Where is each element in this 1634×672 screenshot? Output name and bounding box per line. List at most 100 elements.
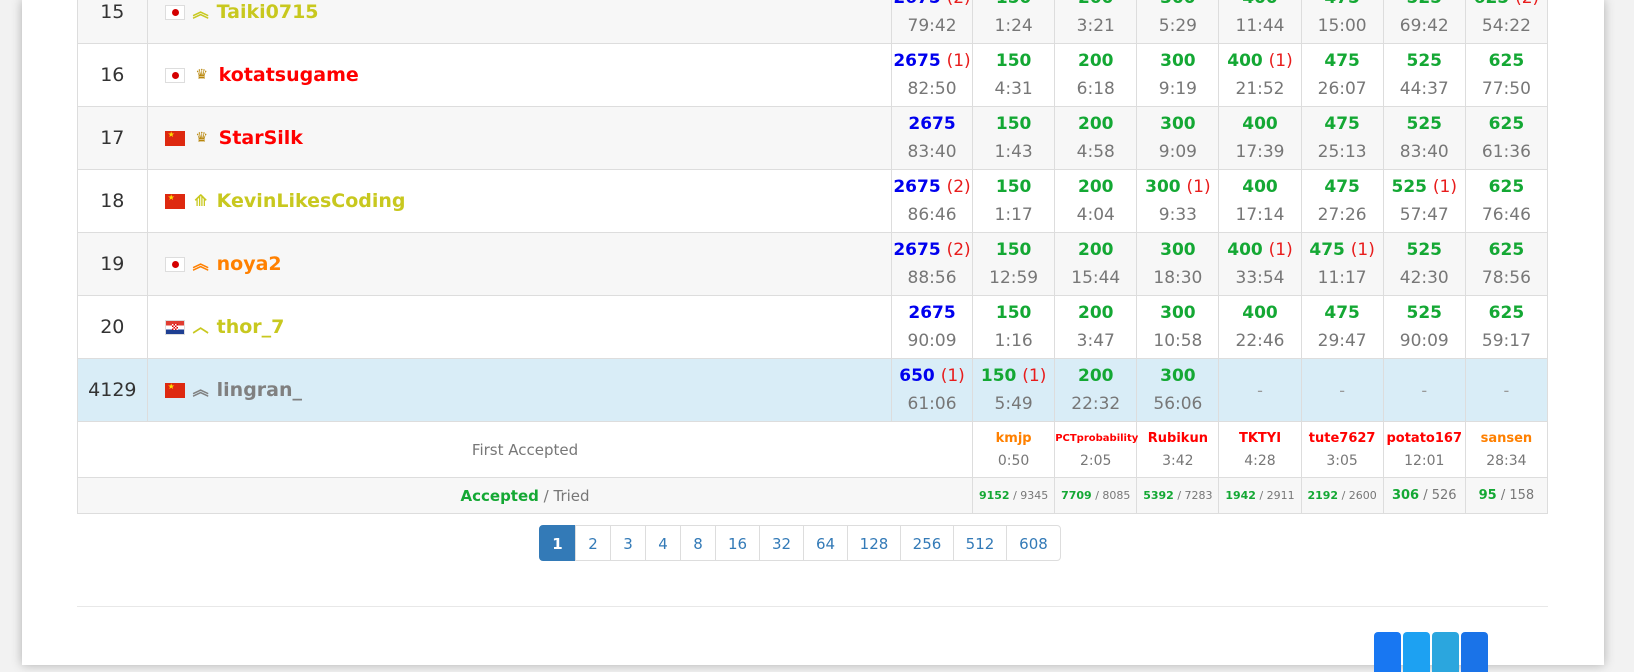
user-cell: ︿ thor_7 — [146, 295, 892, 359]
task-time: 17:14 — [1235, 204, 1285, 225]
score-value: 475 — [1324, 0, 1360, 8]
rank-cell: 16 — [77, 43, 148, 107]
penalty-count: (2) — [947, 0, 971, 8]
username-link[interactable]: KevinLikesCoding — [217, 190, 406, 212]
my-standing-row: 4129︽lingran_650 (1)61:06150 (1)5:492002… — [77, 358, 1549, 422]
user-info: ︽ noya2 — [164, 253, 891, 275]
task-score-cell: 200 4:58 — [1054, 106, 1138, 170]
flag-jp-icon — [164, 4, 185, 20]
page-link-2[interactable]: 2 — [575, 525, 611, 561]
task-time: 90:09 — [1399, 330, 1449, 351]
task-time: 4:04 — [1076, 204, 1115, 225]
task-score-cell: 300 9:09 — [1136, 106, 1220, 170]
task-score-cell: - — [1382, 358, 1466, 422]
username-link[interactable]: StarSilk — [219, 127, 303, 149]
score-value: 625 — [1488, 302, 1525, 323]
page-link-3[interactable]: 3 — [610, 525, 646, 561]
twitter-share-button[interactable] — [1403, 632, 1430, 672]
page-link-128[interactable]: 128 — [847, 525, 901, 561]
first-accepted-user-link[interactable]: TKTYI — [1219, 428, 1300, 450]
task-time: 57:47 — [1399, 204, 1449, 225]
task-score: 150 — [973, 0, 1054, 12]
flag-cn-icon — [164, 130, 185, 146]
first-accepted-user-link[interactable]: Rubikun — [1137, 428, 1218, 450]
task-score-cell: 625 61:36 — [1464, 106, 1549, 170]
task-score: 300 — [1137, 300, 1218, 327]
task-time: 15:44 — [1071, 267, 1121, 288]
task-score-cell: 400 (1) 33:54 — [1218, 232, 1302, 296]
task-score-cell: 150 1:16 — [972, 295, 1056, 359]
task-score-cell: 300 56:06 — [1136, 358, 1220, 422]
page-link-1[interactable]: 1 — [539, 525, 576, 561]
task-time: 12:59 — [989, 267, 1039, 288]
total-time: 83:40 — [907, 141, 957, 162]
task-score-cell: 400 17:39 — [1218, 106, 1302, 170]
first-accepted-user-link[interactable]: kmjp — [973, 428, 1054, 450]
task-score-cell: 475 (1) 11:17 — [1300, 232, 1384, 296]
task-time: 3:21 — [1076, 15, 1115, 36]
first-accepted-time: 0:50 — [997, 452, 1030, 469]
accepted-tried-row: Accepted / Tried 9152 / 9345 7709 / 8085 53… — [76, 477, 1549, 514]
first-accepted-user-link[interactable]: sansen — [1466, 428, 1547, 450]
score-value: 150 — [995, 239, 1032, 260]
task-score: 625 — [1466, 300, 1547, 327]
first-accepted-cell: Rubikun 3:42 — [1136, 421, 1220, 478]
flag-cn-icon — [164, 193, 185, 209]
first-accepted-user-link[interactable]: tute7627 — [1302, 428, 1383, 450]
page-link-4[interactable]: 4 — [645, 525, 681, 561]
tried-count: / 2600 — [1341, 489, 1377, 502]
total-score: 2675 — [892, 111, 972, 138]
task-score-cell: 300 9:19 — [1136, 43, 1220, 107]
task-score-cell: 525 44:37 — [1382, 43, 1466, 107]
task-time: 61:36 — [1481, 141, 1531, 162]
task-time: 56:06 — [1153, 393, 1203, 414]
task-time: 1:43 — [994, 141, 1033, 162]
task-time: 4:31 — [994, 78, 1033, 99]
task-score-cell: 200 15:44 — [1054, 232, 1138, 296]
task-score-cell: 300 5:29 — [1136, 0, 1220, 44]
task-time: 26:07 — [1317, 78, 1367, 99]
score-value: 200 — [1078, 302, 1114, 323]
score-value: 300 — [1160, 365, 1196, 386]
username-link[interactable]: Taiki0715 — [217, 1, 319, 23]
page-link-256[interactable]: 256 — [900, 525, 954, 561]
first-accepted-user-link[interactable]: potato167 — [1384, 428, 1465, 450]
task-score: 475 — [1302, 174, 1383, 201]
first-accepted-time: 3:42 — [1162, 452, 1194, 469]
task-score: 200 — [1055, 237, 1136, 264]
task-score-cell: 150 4:31 — [972, 43, 1056, 107]
page-link-16[interactable]: 16 — [715, 525, 760, 561]
accepted-count: 2192 — [1307, 489, 1339, 502]
username-link[interactable]: thor_7 — [217, 316, 285, 338]
task-score: 475 — [1302, 111, 1383, 138]
page-link-8[interactable]: 8 — [680, 525, 716, 561]
page-link-512[interactable]: 512 — [953, 525, 1007, 561]
share-button[interactable] — [1432, 632, 1459, 672]
bookmark-share-button[interactable] — [1461, 632, 1488, 672]
score-value: 625 — [1488, 113, 1525, 134]
username-link[interactable]: kotatsugame — [219, 64, 359, 86]
first-accepted-time: 4:28 — [1244, 452, 1276, 469]
task-score-cell: 300 10:58 — [1136, 295, 1220, 359]
username-link[interactable]: noya2 — [217, 253, 282, 275]
penalty-count: (2) — [1515, 0, 1539, 8]
first-accepted-user-link[interactable]: PCTprobability — [1055, 428, 1138, 450]
task-time: 1:24 — [994, 15, 1033, 36]
task-time: 76:46 — [1481, 204, 1531, 225]
task-score-cell: 475 15:00 — [1300, 0, 1384, 44]
score-value: 2675 — [893, 50, 941, 71]
penalty-count: (2) — [946, 176, 971, 197]
score-value: 150 — [995, 113, 1032, 134]
task-time: 59:17 — [1481, 330, 1531, 351]
task-score: 400 — [1219, 111, 1300, 138]
username-link[interactable]: lingran_ — [217, 379, 302, 401]
task-score-cell: 625 59:17 — [1464, 295, 1549, 359]
task-score-cell: 525 42:30 — [1382, 232, 1466, 296]
facebook-share-button[interactable] — [1374, 632, 1401, 672]
first-accepted-time: 12:01 — [1404, 452, 1445, 469]
page-link-64[interactable]: 64 — [803, 525, 848, 561]
page-link-32[interactable]: 32 — [759, 525, 804, 561]
page-link-608[interactable]: 608 — [1006, 525, 1061, 561]
task-score: 300 (1) — [1137, 174, 1218, 201]
task-time: 5:49 — [994, 393, 1033, 414]
